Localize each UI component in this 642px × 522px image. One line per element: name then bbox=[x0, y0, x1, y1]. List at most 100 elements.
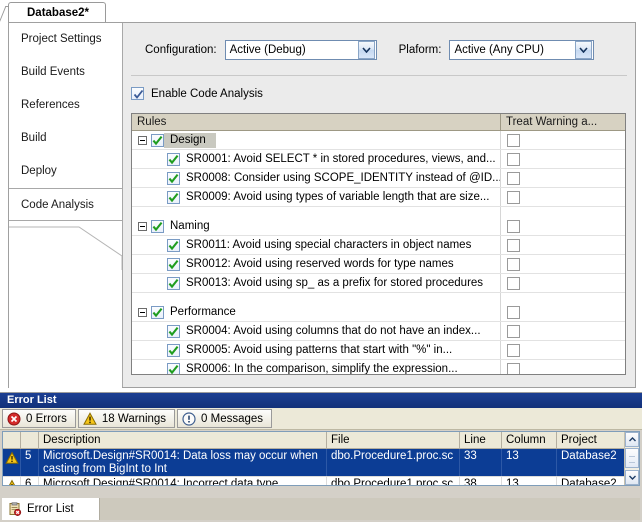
error-list-title: Error List bbox=[0, 393, 642, 408]
rule-label: SR0011: Avoid using special characters i… bbox=[180, 239, 471, 251]
treat-warning-checkbox[interactable] bbox=[507, 363, 520, 376]
group-checkbox[interactable] bbox=[151, 306, 164, 319]
rule-checkbox[interactable] bbox=[167, 172, 180, 185]
rule-label: SR0009: Avoid using types of variable le… bbox=[180, 191, 489, 203]
row-column: 13 bbox=[502, 477, 557, 486]
document-tab-database2[interactable]: Database2* bbox=[8, 2, 106, 23]
platform-label: Plaform: bbox=[399, 44, 442, 56]
rules-group-spacer bbox=[132, 293, 625, 303]
row-description: Microsoft.Design#SR0014: Incorrect data … bbox=[39, 477, 327, 486]
enable-code-analysis-checkbox[interactable] bbox=[131, 87, 144, 100]
scroll-down-icon[interactable] bbox=[625, 470, 639, 485]
rule-checkbox[interactable] bbox=[167, 277, 180, 290]
rules-grid[interactable]: Rules Treat Warning a... Design SR0001: A… bbox=[131, 113, 626, 375]
collapse-expander-icon[interactable] bbox=[138, 136, 147, 145]
filter-errors-button[interactable]: 0 Errors bbox=[2, 409, 76, 428]
rule-checkbox[interactable] bbox=[167, 153, 180, 166]
rule-row[interactable]: SR0013: Avoid using sp_ as a prefix for … bbox=[132, 274, 625, 293]
chevron-down-icon[interactable] bbox=[358, 41, 375, 59]
rule-label: SR0001: Avoid SELECT * in stored procedu… bbox=[180, 153, 496, 165]
rule-row[interactable]: SR0001: Avoid SELECT * in stored procedu… bbox=[132, 150, 625, 169]
treat-warning-checkbox[interactable] bbox=[507, 277, 520, 290]
sidebar-item-project-settings[interactable]: Project Settings bbox=[9, 23, 122, 56]
rule-row[interactable]: SR0009: Avoid using types of variable le… bbox=[132, 188, 625, 207]
treat-warning-checkbox[interactable] bbox=[507, 220, 520, 233]
project-properties-designer: Database2* Project Settings Build Events… bbox=[0, 0, 642, 392]
rule-checkbox[interactable] bbox=[167, 344, 180, 357]
platform-value: Active (Any CPU) bbox=[450, 44, 575, 56]
configuration-dropdown[interactable]: Active (Debug) bbox=[225, 40, 377, 60]
filter-warnings-button[interactable]: 18 Warnings bbox=[78, 409, 175, 428]
rules-group-row[interactable]: Naming bbox=[132, 217, 625, 236]
error-list-scrollbar[interactable] bbox=[624, 432, 639, 485]
rule-row[interactable]: SR0012: Avoid using reserved words for t… bbox=[132, 255, 625, 274]
collapse-expander-icon[interactable] bbox=[138, 308, 147, 317]
treat-warning-checkbox[interactable] bbox=[507, 191, 520, 204]
filter-messages-button[interactable]: 0 Messages bbox=[177, 409, 272, 428]
column-header-number[interactable] bbox=[21, 432, 39, 448]
sidebar-item-deploy[interactable]: Deploy bbox=[9, 155, 122, 188]
column-header-column[interactable]: Column bbox=[502, 432, 557, 448]
group-checkbox[interactable] bbox=[151, 220, 164, 233]
sidebar-item-build[interactable]: Build bbox=[9, 122, 122, 155]
filter-errors-label: 0 Errors bbox=[26, 413, 67, 425]
rule-checkbox[interactable] bbox=[167, 363, 180, 376]
scroll-up-icon[interactable] bbox=[625, 432, 639, 447]
sidebar-item-references[interactable]: References bbox=[9, 89, 122, 122]
sidebar-item-code-analysis[interactable]: Code Analysis bbox=[9, 188, 122, 221]
sidebar-item-build-events[interactable]: Build Events bbox=[9, 56, 122, 89]
document-tabstrip: Database2* bbox=[0, 0, 642, 23]
error-list-row[interactable]: 6Microsoft.Design#SR0014: Incorrect data… bbox=[3, 477, 639, 486]
sidebar-item-label: Build Events bbox=[21, 66, 85, 78]
row-file: dbo.Procedure1.proc.sc bbox=[327, 449, 460, 476]
dock-tab-error-list[interactable]: Error List bbox=[2, 498, 100, 520]
enable-code-analysis-label: Enable Code Analysis bbox=[151, 88, 263, 100]
treat-warning-checkbox[interactable] bbox=[507, 134, 520, 147]
treat-warning-checkbox[interactable] bbox=[507, 306, 520, 319]
rule-row[interactable]: SR0006: In the comparison, simplify the … bbox=[132, 360, 625, 375]
group-checkbox[interactable] bbox=[151, 134, 164, 147]
treat-warning-checkbox[interactable] bbox=[507, 153, 520, 166]
configuration-label: Configuration: bbox=[145, 44, 217, 56]
rule-row[interactable]: SR0005: Avoid using patterns that start … bbox=[132, 341, 625, 360]
chevron-down-icon[interactable] bbox=[575, 41, 592, 59]
rules-group-label: Naming bbox=[164, 219, 220, 234]
rules-group-row[interactable]: Performance bbox=[132, 303, 625, 322]
rule-label: SR0006: In the comparison, simplify the … bbox=[180, 363, 458, 375]
collapse-expander-icon[interactable] bbox=[138, 222, 147, 231]
error-list-row[interactable]: 5Microsoft.Design#SR0014: Data loss may … bbox=[3, 449, 639, 477]
rules-group-row[interactable]: Design bbox=[132, 131, 625, 150]
rule-row[interactable]: SR0011: Avoid using special characters i… bbox=[132, 236, 625, 255]
rules-grid-body: Design SR0001: Avoid SELECT * in stored p… bbox=[132, 131, 625, 375]
rule-checkbox[interactable] bbox=[167, 258, 180, 271]
properties-category-list: Project Settings Build Events References… bbox=[9, 23, 122, 390]
rule-checkbox[interactable] bbox=[167, 239, 180, 252]
enable-code-analysis-row[interactable]: Enable Code Analysis bbox=[131, 87, 263, 100]
column-header-treat-warning[interactable]: Treat Warning a... bbox=[501, 114, 625, 130]
row-line: 38 bbox=[460, 477, 502, 486]
error-list-grid-header: Description File Line Column Project bbox=[3, 432, 639, 449]
column-header-description[interactable]: Description bbox=[39, 432, 327, 448]
column-header-icon[interactable] bbox=[3, 432, 21, 448]
sidebar-item-label: Build bbox=[21, 132, 47, 144]
rules-grid-header: Rules Treat Warning a... bbox=[132, 114, 625, 131]
platform-dropdown[interactable]: Active (Any CPU) bbox=[449, 40, 594, 60]
treat-warning-checkbox[interactable] bbox=[507, 239, 520, 252]
treat-warning-checkbox[interactable] bbox=[507, 258, 520, 271]
rules-group-label: Design bbox=[164, 133, 216, 148]
warning-icon bbox=[5, 451, 19, 465]
rule-row[interactable]: SR0008: Consider using SCOPE_IDENTITY in… bbox=[132, 169, 625, 188]
treat-warning-checkbox[interactable] bbox=[507, 325, 520, 338]
rule-row[interactable]: SR0004: Avoid using columns that do not … bbox=[132, 322, 625, 341]
column-header-rules[interactable]: Rules bbox=[132, 114, 501, 130]
error-list-grid[interactable]: Description File Line Column Project 5Mi… bbox=[2, 431, 640, 486]
rule-checkbox[interactable] bbox=[167, 325, 180, 338]
separator bbox=[131, 75, 627, 76]
rule-label: SR0013: Avoid using sp_ as a prefix for … bbox=[180, 277, 483, 289]
column-header-line[interactable]: Line bbox=[460, 432, 502, 448]
column-header-file[interactable]: File bbox=[327, 432, 460, 448]
treat-warning-checkbox[interactable] bbox=[507, 344, 520, 357]
rule-checkbox[interactable] bbox=[167, 191, 180, 204]
scrollbar-thumb[interactable] bbox=[625, 448, 639, 468]
treat-warning-checkbox[interactable] bbox=[507, 172, 520, 185]
